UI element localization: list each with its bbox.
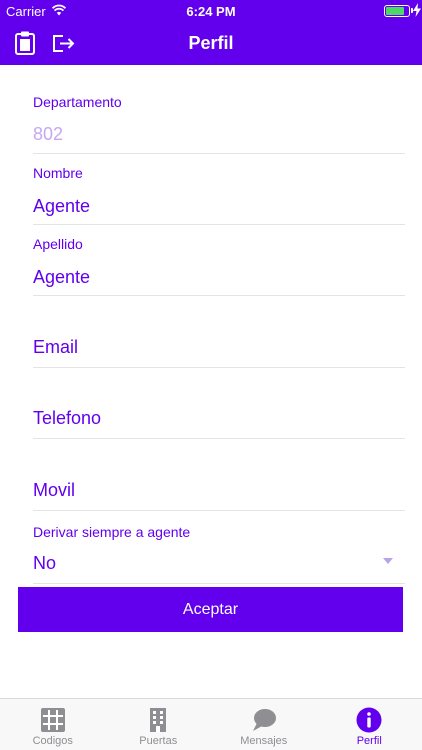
page-title: Perfil [188,33,234,53]
tab-codigos[interactable]: Codigos [0,699,106,750]
building-icon [150,708,167,732]
email-value: Email [33,337,79,357]
nav-bar: Perfil [0,22,422,65]
departamento-value: 802 [33,124,64,144]
nombre-value: Agente [33,196,91,216]
email-field[interactable]: Email [33,304,405,368]
chevron-down-icon [383,558,393,564]
tab-label: Mensajes [240,735,288,747]
tab-mensajes[interactable]: Mensajes [211,699,317,750]
status-bar: Carrier 6:24 PM [0,0,422,22]
tab-bar: Codigos Puertas Mensajes Perfil [0,698,422,750]
tab-puertas[interactable]: Puertas [106,699,212,750]
derivar-label: Derivar siempre a agente [33,524,191,540]
departamento-field[interactable]: Departamento 802 [33,89,405,154]
accept-button[interactable]: Aceptar [18,587,403,632]
movil-value: Movil [33,480,76,500]
battery-icon [384,5,410,17]
departamento-label: Departamento [33,94,122,110]
telefono-value: Telefono [33,408,102,428]
tab-label: Puertas [139,735,178,747]
telefono-field[interactable]: Telefono [33,375,405,439]
apellido-field[interactable]: Apellido Agente [33,232,405,296]
chat-bubble-icon [252,709,276,731]
charging-bolt-icon [413,3,421,17]
grid-icon [40,708,65,732]
apellido-value: Agente [33,267,91,287]
movil-field[interactable]: Movil [33,447,405,511]
tab-label: Perfil [356,735,382,747]
tab-label: Codigos [32,735,73,747]
info-icon [356,707,382,733]
derivar-select[interactable]: Derivar siempre a agente No [33,520,405,584]
nombre-label: Nombre [33,165,83,181]
derivar-value: No [33,553,57,573]
apellido-label: Apellido [33,236,83,252]
status-time: 6:24 PM [186,4,236,19]
nombre-field[interactable]: Nombre Agente [33,161,405,225]
tab-perfil[interactable]: Perfil [317,699,422,750]
